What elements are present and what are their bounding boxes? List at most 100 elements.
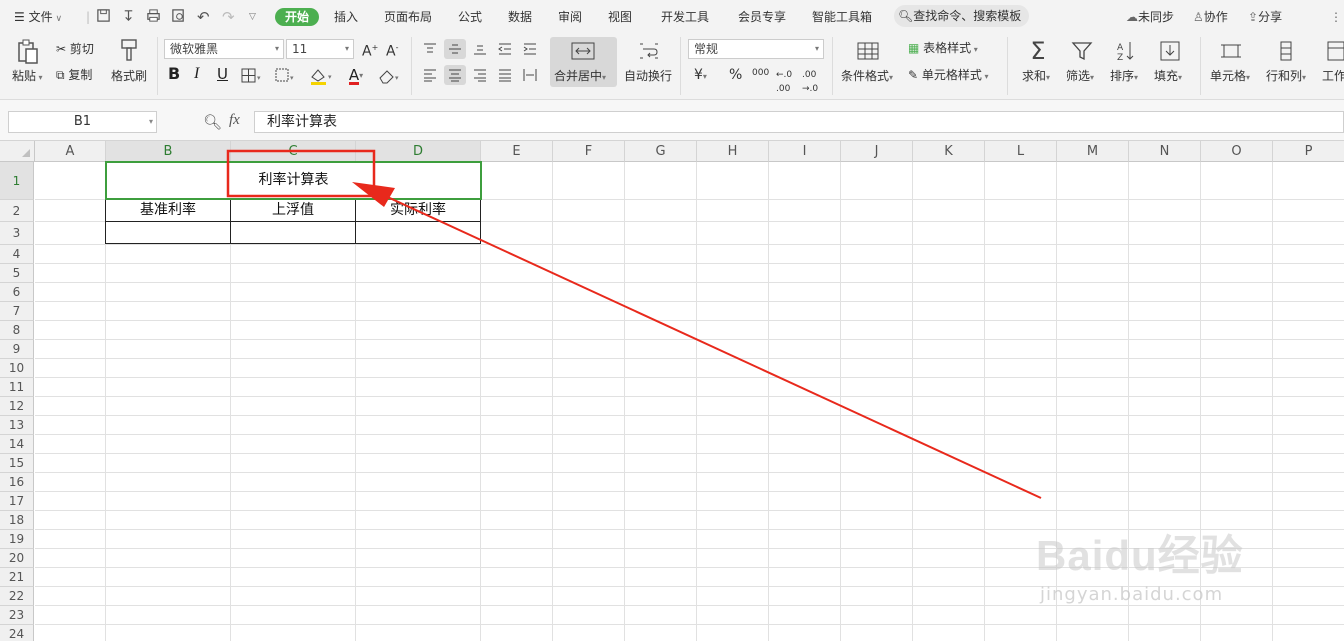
tab-formulas[interactable]: 公式 — [458, 8, 482, 26]
rows-cols-button[interactable]: 行和列▾ — [1266, 69, 1306, 85]
formula-input[interactable]: 利率计算表 — [254, 111, 1344, 133]
underline-button[interactable]: U — [217, 67, 228, 82]
redo-icon[interactable]: ↷ — [222, 8, 235, 26]
wrap-text-button[interactable]: 自动换行 — [624, 69, 672, 83]
increase-decimal-icon[interactable]: ←.0.00 — [776, 68, 792, 96]
currency-button[interactable]: ¥▾ — [694, 68, 707, 84]
tab-home[interactable]: 开始 — [275, 8, 320, 26]
row-header-6[interactable]: 6 — [0, 283, 34, 302]
percent-button[interactable]: % — [729, 68, 742, 82]
cut-button[interactable]: ✂ 剪切 — [56, 42, 94, 56]
row-header-1[interactable]: 1 — [0, 162, 34, 200]
align-top-icon[interactable] — [420, 39, 440, 59]
cells-button[interactable]: 单元格▾ — [1210, 69, 1250, 85]
column-header-d[interactable]: D — [356, 141, 481, 162]
row-header-2[interactable]: 2 — [0, 200, 34, 222]
row-header-3[interactable]: 3 — [0, 222, 34, 245]
column-header-o[interactable]: O — [1201, 141, 1273, 162]
row-header-13[interactable]: 13 — [0, 416, 34, 435]
font-size-select[interactable]: 11 ▾ — [286, 39, 354, 59]
distributed-align-icon[interactable] — [520, 65, 540, 85]
zoom-search-icon[interactable]: 🔍︎ — [203, 113, 222, 131]
column-header-h[interactable]: H — [697, 141, 769, 162]
column-header-k[interactable]: K — [913, 141, 985, 162]
borders-icon[interactable]: ▾ — [240, 67, 264, 85]
align-right-icon[interactable] — [470, 65, 490, 85]
font-name-select[interactable]: 微软雅黑 ▾ — [164, 39, 284, 59]
increase-indent-icon[interactable] — [520, 39, 540, 59]
conditional-format-button[interactable]: 条件格式▾ — [841, 69, 893, 85]
table-style-button[interactable]: ▦ 表格样式 ▾ — [908, 41, 978, 57]
file-menu[interactable]: ☰ 文件 ∨ — [14, 8, 62, 26]
cloud-save-icon[interactable] — [121, 8, 136, 26]
align-middle-icon[interactable] — [444, 39, 466, 59]
header-cell[interactable]: 基准利率 — [106, 200, 230, 221]
column-header-i[interactable]: I — [769, 141, 841, 162]
column-header-c[interactable]: C — [231, 141, 356, 162]
row-header-23[interactable]: 23 — [0, 606, 34, 625]
header-cell[interactable]: 实际利率 — [356, 200, 480, 221]
row-header-18[interactable]: 18 — [0, 511, 34, 530]
row-header-16[interactable]: 16 — [0, 473, 34, 492]
column-header-m[interactable]: M — [1057, 141, 1129, 162]
merge-center-button[interactable]: 合并居中▾ — [550, 37, 617, 87]
undo-icon[interactable]: ↶ — [197, 8, 210, 26]
sort-button[interactable]: 排序▾ — [1110, 69, 1138, 85]
tab-review[interactable]: 审阅 — [558, 8, 582, 26]
paste-icon[interactable] — [13, 37, 43, 67]
tab-developer[interactable]: 开发工具 — [661, 8, 709, 26]
row-header-17[interactable]: 17 — [0, 492, 34, 511]
row-header-10[interactable]: 10 — [0, 359, 34, 378]
filter-button[interactable]: 筛选▾ — [1066, 69, 1094, 85]
align-center-icon[interactable] — [444, 65, 466, 85]
collaborate-button[interactable]: ♙协作 — [1193, 8, 1228, 26]
merged-title-cell[interactable]: 利率计算表 — [105, 161, 482, 200]
column-header-b[interactable]: B — [106, 141, 231, 162]
tab-data[interactable]: 数据 — [508, 8, 532, 26]
sum-icon[interactable]: Σ — [1025, 38, 1051, 64]
increase-font-icon[interactable]: A+ — [362, 41, 378, 59]
tab-view[interactable]: 视图 — [608, 8, 632, 26]
column-header-p[interactable]: P — [1273, 141, 1344, 162]
name-box[interactable]: B1 ▾ — [8, 111, 157, 133]
save-icon[interactable] — [96, 8, 111, 26]
row-header-24[interactable]: 24 — [0, 625, 34, 641]
command-search[interactable]: 🔍︎查找命令、搜索模板 — [894, 5, 1030, 27]
paste-button[interactable]: 粘贴 ▾ — [12, 69, 43, 85]
row-header-20[interactable]: 20 — [0, 549, 34, 568]
format-painter-icon[interactable] — [118, 37, 140, 63]
sum-button[interactable]: 求和▾ — [1022, 69, 1050, 85]
row-header-15[interactable]: 15 — [0, 454, 34, 473]
copy-button[interactable]: ⧉ 复制 — [56, 68, 92, 82]
row-header-7[interactable]: 7 — [0, 302, 34, 321]
select-all-corner[interactable] — [0, 141, 35, 162]
quick-access-dropdown-icon[interactable]: ▽ — [249, 8, 256, 26]
header-cell[interactable]: 上浮值 — [231, 200, 355, 221]
tab-insert[interactable]: 插入 — [334, 8, 358, 26]
justify-icon[interactable] — [495, 65, 515, 85]
column-header-n[interactable]: N — [1129, 141, 1201, 162]
more-options-icon[interactable]: ⋮ — [1330, 8, 1342, 26]
row-header-21[interactable]: 21 — [0, 568, 34, 587]
row-header-14[interactable]: 14 — [0, 435, 34, 454]
font-color-icon[interactable]: A ▾ — [342, 67, 370, 85]
decrease-indent-icon[interactable] — [495, 39, 515, 59]
input-cell[interactable] — [106, 222, 230, 244]
share-button[interactable]: ⇪分享 — [1248, 8, 1282, 26]
worksheet-icon[interactable] — [1324, 38, 1344, 64]
sync-status[interactable]: ☁未同步 — [1126, 8, 1174, 26]
conditional-format-icon[interactable] — [855, 39, 881, 63]
row-header-4[interactable]: 4 — [0, 245, 34, 264]
row-header-8[interactable]: 8 — [0, 321, 34, 340]
decrease-font-icon[interactable]: A- — [386, 41, 398, 59]
italic-button[interactable]: I — [194, 66, 199, 82]
print-preview-icon[interactable] — [171, 8, 186, 26]
filter-icon[interactable] — [1069, 38, 1095, 64]
cell-style-button[interactable]: ✎ 单元格样式 ▾ — [908, 68, 988, 84]
row-header-9[interactable]: 9 — [0, 340, 34, 359]
fill-style-icon[interactable]: ▾ — [274, 67, 298, 85]
row-header-22[interactable]: 22 — [0, 587, 34, 606]
row-header-5[interactable]: 5 — [0, 264, 34, 283]
row-header-11[interactable]: 11 — [0, 378, 34, 397]
tab-smart-toolbox[interactable]: 智能工具箱 — [812, 8, 872, 26]
